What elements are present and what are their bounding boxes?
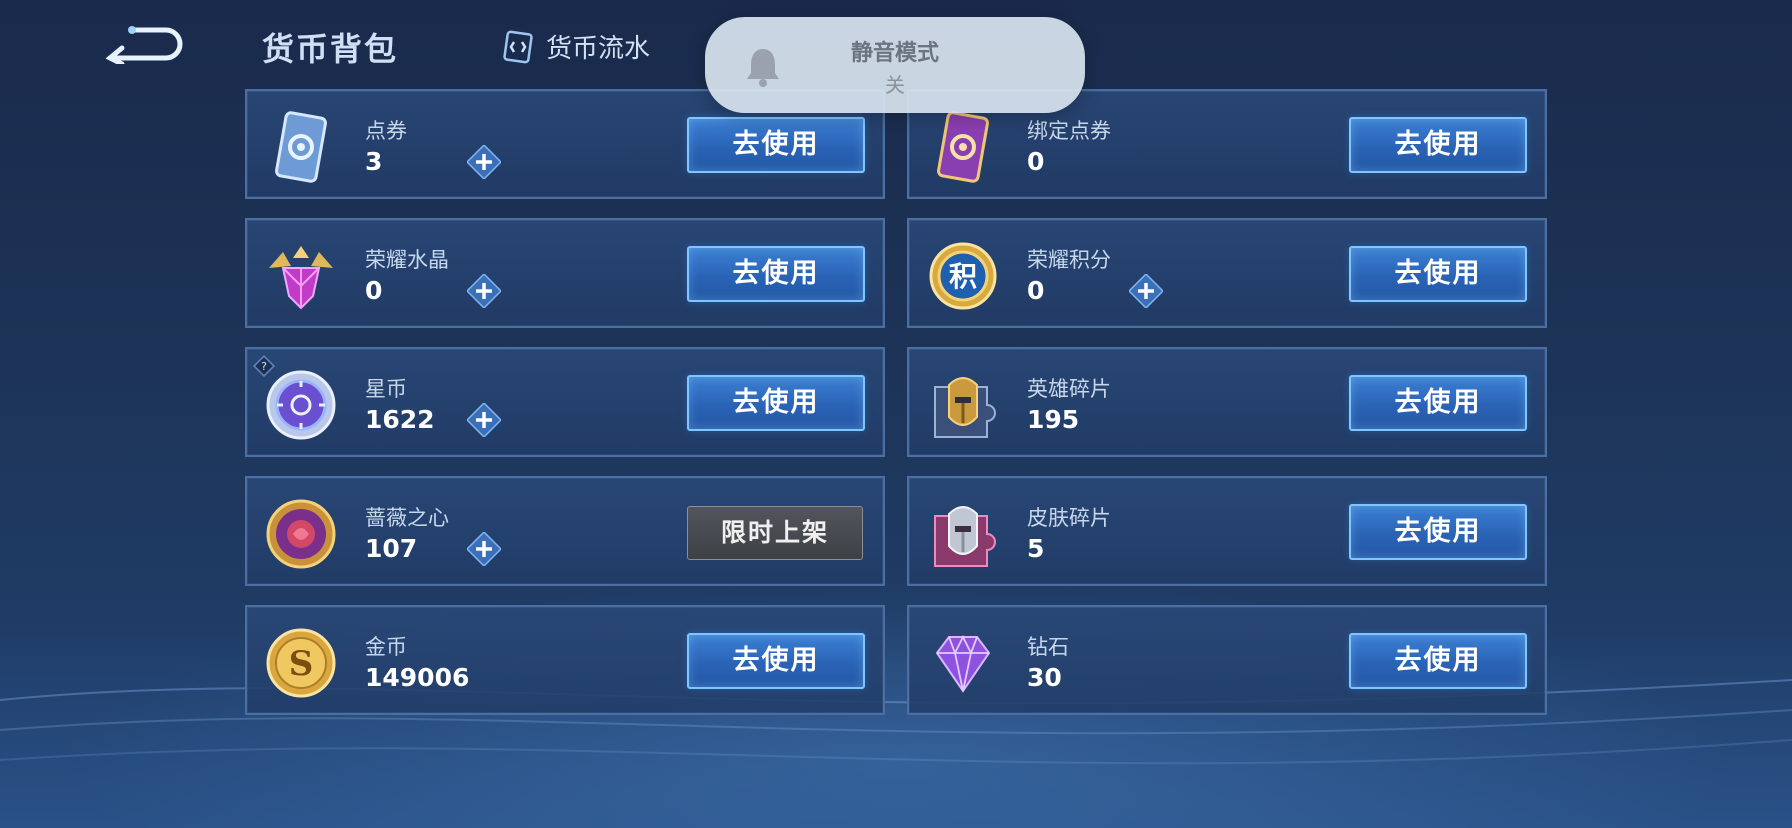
- plus-icon[interactable]: [467, 532, 501, 566]
- voucher-icon: [275, 111, 327, 183]
- flow-label: 货币流水: [546, 34, 651, 64]
- currency-name: 金币: [365, 635, 407, 659]
- currency-name: 星币: [365, 377, 407, 401]
- svg-text:S: S: [289, 644, 314, 684]
- plus-icon[interactable]: [1129, 274, 1163, 308]
- currency-value: 1622: [365, 405, 435, 434]
- currency-card-gold-coin: S 金币 149006 去使用: [245, 605, 885, 715]
- limited-time-button[interactable]: 限时上架: [687, 506, 863, 560]
- use-button[interactable]: 去使用: [687, 375, 865, 431]
- currency-flow-tab[interactable]: 货币流水: [500, 28, 650, 65]
- currency-value: 0: [1027, 276, 1045, 305]
- currency-card-star-coin: ? 星币 1622 去使用: [245, 347, 885, 457]
- currency-card-skin-fragment: 皮肤碎片 5 去使用: [907, 476, 1547, 586]
- svg-text:积: 积: [949, 260, 977, 293]
- currency-value: 5: [1027, 534, 1045, 563]
- currency-value: 0: [365, 276, 383, 305]
- use-button[interactable]: 去使用: [1349, 246, 1527, 302]
- toast-title: 静音模式: [850, 41, 939, 66]
- gold-coin-icon: S: [266, 628, 336, 698]
- plus-icon[interactable]: [467, 145, 501, 179]
- currency-name: 点券: [365, 119, 407, 143]
- plus-icon[interactable]: [467, 274, 501, 308]
- currency-card-glory-crystal: 荣耀水晶 0 去使用: [245, 218, 885, 328]
- hero-fragment-icon: [934, 377, 996, 438]
- silent-mode-toast: 静音模式 关: [705, 17, 1085, 113]
- toast-status: 关: [885, 73, 905, 97]
- currency-name: 蔷薇之心: [365, 506, 449, 530]
- page-title: 货币背包: [262, 30, 399, 68]
- flow-icon: [503, 30, 533, 63]
- rose-heart-icon: [266, 499, 336, 569]
- currency-value: 3: [365, 147, 383, 176]
- use-button[interactable]: 去使用: [1349, 117, 1527, 173]
- currency-card-rose-heart: 蔷薇之心 107 限时上架: [245, 476, 885, 586]
- glory-crystal-icon: [269, 246, 333, 310]
- currency-value: 107: [365, 534, 418, 563]
- currency-name: 荣耀水晶: [365, 248, 449, 272]
- bound-voucher-icon: [937, 111, 989, 183]
- plus-icon[interactable]: [467, 403, 501, 437]
- skin-fragment-icon: [934, 506, 996, 567]
- currency-grid: 点券 3 去使用 绑定点券 0 去使用 荣耀水晶 0 去使用 积 荣耀积分 0 …: [245, 89, 1547, 717]
- currency-value: 149006: [365, 663, 470, 692]
- currency-card-glory-points: 积 荣耀积分 0 去使用: [907, 218, 1547, 328]
- currency-value: 30: [1027, 663, 1062, 692]
- currency-card-diamond: 钻石 30 去使用: [907, 605, 1547, 715]
- currency-name: 英雄碎片: [1027, 377, 1111, 401]
- currency-card-hero-fragment: 英雄碎片 195 去使用: [907, 347, 1547, 457]
- back-button[interactable]: [104, 24, 184, 67]
- diamond-icon: [935, 634, 991, 693]
- glory-points-icon: 积: [929, 242, 997, 310]
- use-button[interactable]: 去使用: [687, 117, 865, 173]
- currency-value: 195: [1027, 405, 1080, 434]
- use-button[interactable]: 去使用: [1349, 504, 1527, 560]
- use-button[interactable]: 去使用: [1349, 633, 1527, 689]
- use-button[interactable]: 去使用: [687, 246, 865, 302]
- currency-name: 荣耀积分: [1027, 248, 1111, 272]
- currency-name: 绑定点券: [1027, 119, 1111, 143]
- star-coin-icon: [266, 370, 336, 440]
- back-arrow-icon: [105, 26, 183, 67]
- currency-name: 皮肤碎片: [1027, 506, 1111, 530]
- use-button[interactable]: 去使用: [687, 633, 865, 689]
- use-button[interactable]: 去使用: [1349, 375, 1527, 431]
- currency-name: 钻石: [1027, 635, 1069, 659]
- currency-value: 0: [1027, 147, 1045, 176]
